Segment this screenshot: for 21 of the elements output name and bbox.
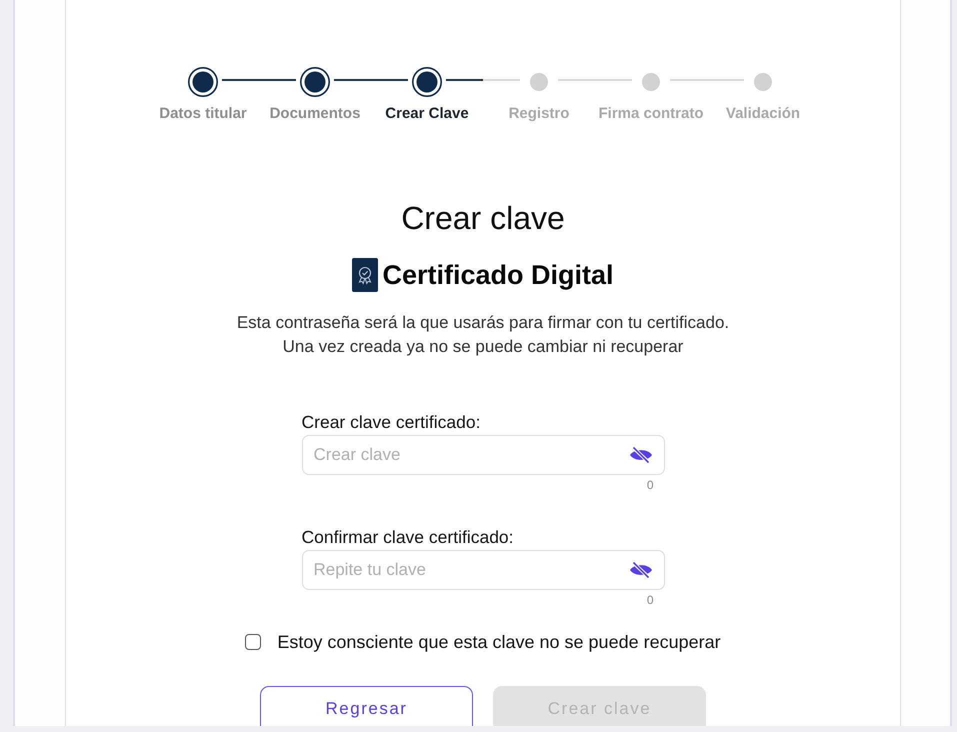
step-label: Firma contrato xyxy=(598,105,704,123)
field-label: Crear clave certificado: xyxy=(302,412,480,432)
step-label: Crear Clave xyxy=(385,105,469,123)
description-text: Esta contraseña será la que usarás para firmar con tu certificado. Una vez creada ya no se puede cambiar ni recuperar xyxy=(236,312,730,358)
step-label: Documentos xyxy=(270,105,360,123)
eye-slash-icon[interactable] xyxy=(628,561,652,579)
checkbox-label[interactable]: Estoy consciente que esta clave no se puede recuperar xyxy=(277,632,721,652)
step-label: Datos titular xyxy=(159,105,247,123)
certificate-title: Certificado Digital xyxy=(382,260,614,290)
page-title: Crear clave xyxy=(401,201,565,235)
character-counter: 0 xyxy=(646,478,654,492)
character-counter: 0 xyxy=(646,593,654,607)
acknowledge-checkbox[interactable] xyxy=(245,634,262,650)
eye-slash-icon[interactable] xyxy=(628,446,652,464)
back-button[interactable]: Regresar xyxy=(260,686,473,726)
password-input[interactable]: Repite tu clave xyxy=(302,550,664,590)
field-label: Confirmar clave certificado: xyxy=(302,527,514,547)
password-input[interactable]: Crear clave xyxy=(302,435,664,475)
step-label: Registro xyxy=(508,105,570,123)
award-icon xyxy=(352,258,378,292)
step-label: Validación xyxy=(726,105,800,123)
